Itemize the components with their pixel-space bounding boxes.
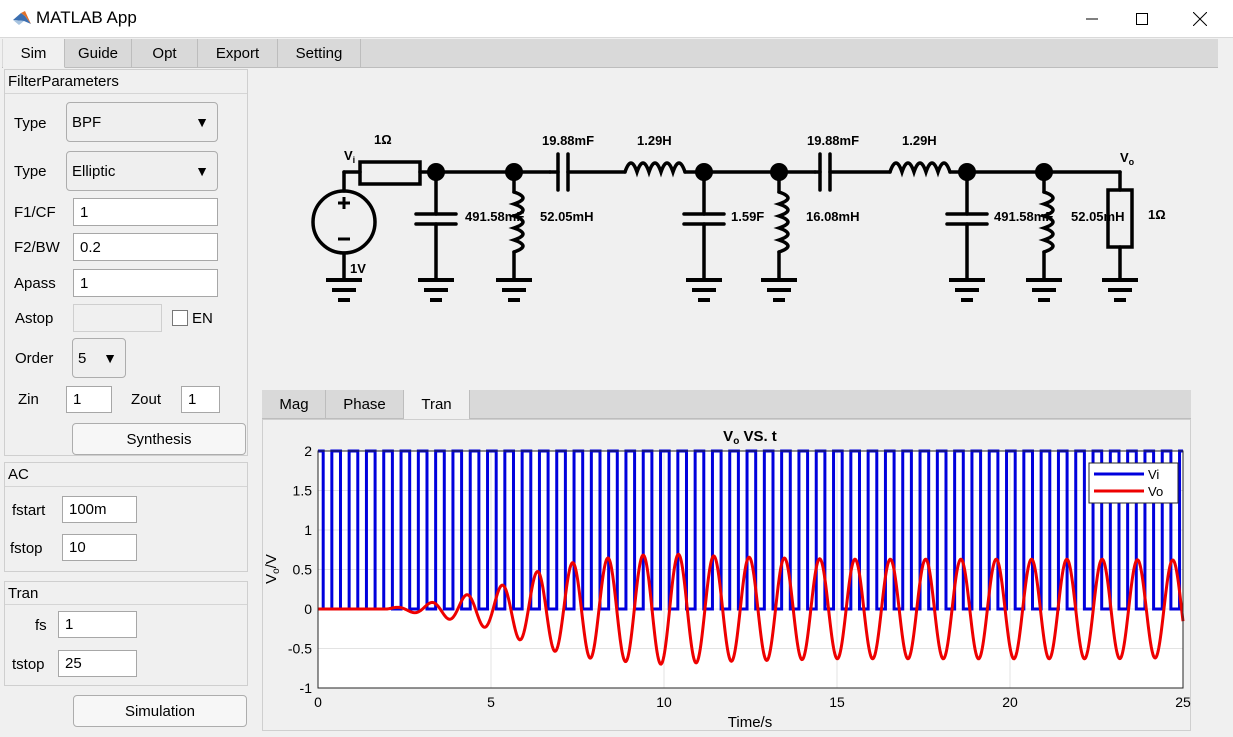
x-tick-label: 10	[656, 694, 672, 710]
zin-label: Zin	[18, 391, 39, 408]
dropdown-arrow-icon: ▼	[103, 350, 117, 366]
filter-type-value: BPF	[72, 113, 102, 131]
y-tick-label: 0.5	[293, 562, 313, 578]
legend-vi-label: Vi	[1148, 467, 1159, 482]
order-dropdown[interactable]: 5 ▼	[72, 338, 126, 378]
title-bar	[0, 0, 1233, 38]
y-tick-labels: -1 -0.5 0 0.5 1 1.5 2	[288, 443, 312, 696]
tran-title: Tran	[8, 585, 39, 602]
astop-input[interactable]	[73, 304, 162, 332]
f1-label: F1/CF	[14, 204, 56, 221]
x-axis-label: Time/s	[728, 714, 772, 731]
f1-input[interactable]: 1	[73, 198, 218, 226]
close-button[interactable]	[1177, 0, 1223, 38]
tab-export[interactable]: Export	[198, 39, 278, 68]
fstop-label: fstop	[10, 540, 43, 557]
x-tick-label: 15	[829, 694, 845, 710]
type-label: Type	[14, 115, 47, 132]
fstart-label: fstart	[12, 502, 46, 519]
x-tick-label: 0	[314, 694, 322, 710]
order-label: Order	[15, 350, 54, 367]
y-tick-label: 0	[304, 601, 312, 617]
fs-label: fs	[35, 617, 47, 634]
panel-divider	[5, 93, 247, 94]
chart-legend: Vi Vo	[1088, 462, 1179, 504]
source-value-label: 1V	[350, 261, 366, 276]
y-tick-label: -0.5	[288, 641, 312, 657]
astop-label: Astop	[15, 310, 54, 327]
approximation-label: Type	[14, 163, 47, 180]
matlab-logo-icon	[13, 11, 31, 25]
order-value: 5	[78, 349, 87, 367]
tab-phase[interactable]: Phase	[326, 390, 404, 419]
dropdown-arrow-icon: ▼	[195, 114, 209, 130]
c-series1-label: 19.88mF	[542, 133, 594, 148]
c-series2-label: 19.88mF	[807, 133, 859, 148]
x-tick-label: 20	[1002, 694, 1018, 710]
x-tick-label: 5	[487, 694, 495, 710]
fstop-input[interactable]: 10	[62, 534, 137, 561]
x-tick-labels: 0 5 10 15 20 25	[314, 694, 1191, 710]
ground-symbols	[326, 278, 1138, 302]
filter-schematic: Vi 1V 1Ω 19.88mF 1.29H 19.88mF 1.29H 491…	[311, 132, 1166, 302]
y-tick-label: -1	[300, 680, 313, 696]
x-tick-label: 25	[1175, 694, 1191, 710]
fs-input[interactable]: 1	[58, 611, 137, 638]
filter-type-dropdown[interactable]: BPF ▼	[66, 102, 218, 142]
f2-label: F2/BW	[14, 239, 60, 256]
panel-divider	[5, 604, 247, 605]
transient-chart: -1 -0.5 0 0.5 1 1.5 2 0 5 10 15 20 25 Vo VS. t Time…	[263, 428, 1191, 731]
resistor-symbol	[358, 160, 422, 186]
apass-input[interactable]: 1	[73, 269, 218, 297]
c-shunt3-label: 491.58mF	[994, 209, 1053, 224]
apass-label: Apass	[14, 275, 56, 292]
legend-vo-label: Vo	[1148, 484, 1163, 499]
chart-title: Vo VS. t	[723, 428, 777, 447]
fstart-input[interactable]: 100m	[62, 496, 137, 523]
zout-label: Zout	[131, 391, 162, 408]
l-shunt2-label: 16.08mH	[806, 209, 859, 224]
dropdown-arrow-icon: ▼	[195, 163, 209, 179]
panel-divider	[5, 486, 247, 487]
y-axis-label: Vo/V	[263, 554, 282, 584]
zin-input[interactable]: 1	[66, 386, 112, 413]
tab-opt[interactable]: Opt	[132, 39, 198, 68]
close-icon	[1193, 12, 1207, 26]
l-series2-label: 1.29H	[902, 133, 937, 148]
simulation-button[interactable]: Simulation	[73, 695, 247, 727]
l-shunt1-label: 52.05mH	[540, 209, 593, 224]
approximation-value: Elliptic	[72, 162, 116, 180]
tab-setting[interactable]: Setting	[278, 39, 361, 68]
astop-enable-label: EN	[192, 310, 213, 327]
tstop-label: tstop	[12, 656, 45, 673]
maximize-button[interactable]	[1119, 0, 1165, 38]
vo-label: Vo	[1120, 150, 1135, 167]
rout-label: 1Ω	[1148, 207, 1166, 222]
ac-title: AC	[8, 466, 29, 483]
minimize-icon	[1086, 18, 1098, 20]
f2-input[interactable]: 0.2	[73, 233, 218, 261]
tstop-input[interactable]: 25	[58, 650, 137, 677]
l-series1-label: 1.29H	[637, 133, 672, 148]
y-tick-label: 1.5	[293, 483, 313, 499]
filter-parameters-title: FilterParameters	[8, 73, 119, 90]
tab-guide[interactable]: Guide	[65, 39, 132, 68]
tab-tran[interactable]: Tran	[404, 390, 470, 419]
c-shunt1-label: 491.58mF	[465, 209, 524, 224]
y-tick-label: 1	[304, 522, 312, 538]
zout-input[interactable]: 1	[181, 386, 220, 413]
maximize-icon	[1136, 13, 1148, 25]
tab-mag[interactable]: Mag	[263, 390, 326, 419]
y-tick-label: 2	[304, 443, 312, 459]
c-shunt2-label: 1.59F	[731, 209, 764, 224]
astop-enable-checkbox[interactable]	[172, 310, 188, 326]
approximation-dropdown[interactable]: Elliptic ▼	[66, 151, 218, 191]
vi-label: Vi	[344, 148, 355, 165]
tab-sim[interactable]: Sim	[3, 39, 65, 68]
rin-label: 1Ω	[374, 132, 392, 147]
minimize-button[interactable]	[1069, 0, 1115, 38]
synthesis-button[interactable]: Synthesis	[72, 423, 246, 455]
window-title: MATLAB App	[36, 8, 137, 27]
l-shunt3-label: 52.05mH	[1071, 209, 1124, 224]
